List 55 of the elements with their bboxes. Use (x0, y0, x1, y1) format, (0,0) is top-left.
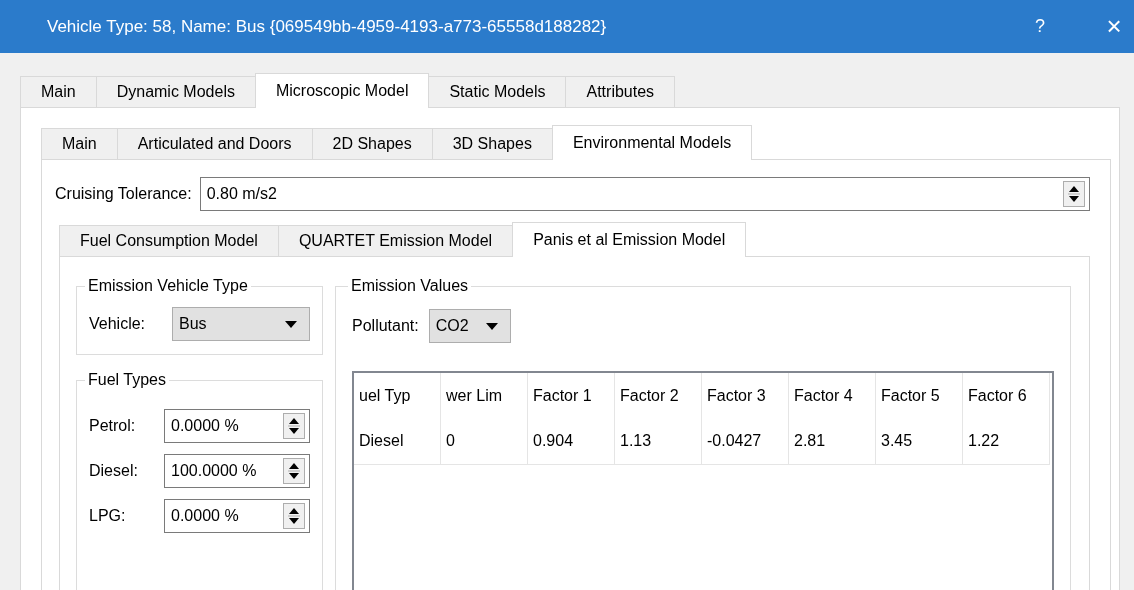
column-header[interactable]: Factor 1 (528, 373, 615, 418)
column-header[interactable]: Factor 4 (789, 373, 876, 418)
column-header[interactable]: uel Typ (354, 373, 441, 418)
spin-buttons[interactable] (283, 458, 305, 484)
column-header[interactable]: wer Lim (441, 373, 528, 418)
field-label: LPG: (89, 507, 126, 525)
spin-arrows-icon (1068, 184, 1080, 204)
close-button[interactable]: × (1094, 11, 1134, 42)
tab[interactable]: Environmental Models (551, 125, 753, 160)
tab[interactable]: Fuel Consumption Model (59, 225, 279, 256)
tab[interactable]: Attributes (565, 76, 676, 107)
pollutant-dropdown[interactable]: CO2 (428, 309, 511, 343)
field-label: Diesel: (89, 462, 138, 480)
table-cell: 1.13 (615, 418, 702, 465)
window-title: Vehicle Type: 58, Name: Bus {069549bb-4959-4193-a773-65558d188282} (47, 16, 608, 37)
column-header[interactable]: Factor 5 (876, 373, 963, 418)
tab[interactable]: Main (41, 128, 118, 159)
spin-buttons[interactable] (283, 503, 305, 529)
tab[interactable]: Main (20, 76, 97, 107)
column-header[interactable]: Factor 6 (963, 373, 1050, 418)
tab[interactable]: 3D Shapes (431, 128, 553, 159)
spin-arrows-icon (288, 416, 300, 436)
table-cell: 3.45 (876, 418, 963, 465)
field-label: Petrol: (89, 417, 136, 435)
spin-field[interactable]: 0.0000 % (164, 409, 310, 443)
group-title: Emission Values (350, 277, 470, 295)
tab[interactable]: QUARTET Emission Model (277, 225, 514, 256)
column-header[interactable]: Factor 2 (615, 373, 702, 418)
field-label: Vehicle: (89, 315, 146, 333)
help-button[interactable]: ? (1020, 16, 1060, 37)
tab[interactable]: 2D Shapes (311, 128, 433, 159)
field-label: Pollutant: (352, 317, 419, 335)
tab[interactable]: Microscopic Model (254, 73, 430, 108)
spin-arrows-icon (288, 461, 300, 481)
column-header[interactable]: Factor 3 (702, 373, 789, 418)
group-title: Fuel Types (87, 371, 167, 389)
tab[interactable]: Articulated and Doors (116, 128, 313, 159)
spin-buttons[interactable] (1063, 181, 1085, 207)
table-cell: 0.904 (528, 418, 615, 465)
table-cell: 0 (441, 418, 528, 465)
spin-arrows-icon (288, 506, 300, 526)
field-label: Cruising Tolerance: (55, 185, 192, 203)
table-cell: -0.0427 (702, 418, 789, 465)
spin-buttons[interactable] (283, 413, 305, 439)
table-cell: 1.22 (963, 418, 1050, 465)
spin-field[interactable]: 100.0000 % (164, 454, 310, 488)
vehicle-dropdown[interactable]: Bus (172, 307, 310, 341)
spin-field[interactable]: 0.80 m/s2 (199, 177, 1090, 211)
spin-field[interactable]: 0.0000 % (164, 499, 310, 533)
caret-icon (285, 320, 297, 328)
tab[interactable]: Panis et al Emission Model (512, 222, 747, 257)
caret-icon (485, 322, 498, 330)
table-cell: 2.81 (789, 418, 876, 465)
group-title: Emission Vehicle Type (87, 277, 249, 295)
table-cell: Diesel (354, 418, 441, 465)
